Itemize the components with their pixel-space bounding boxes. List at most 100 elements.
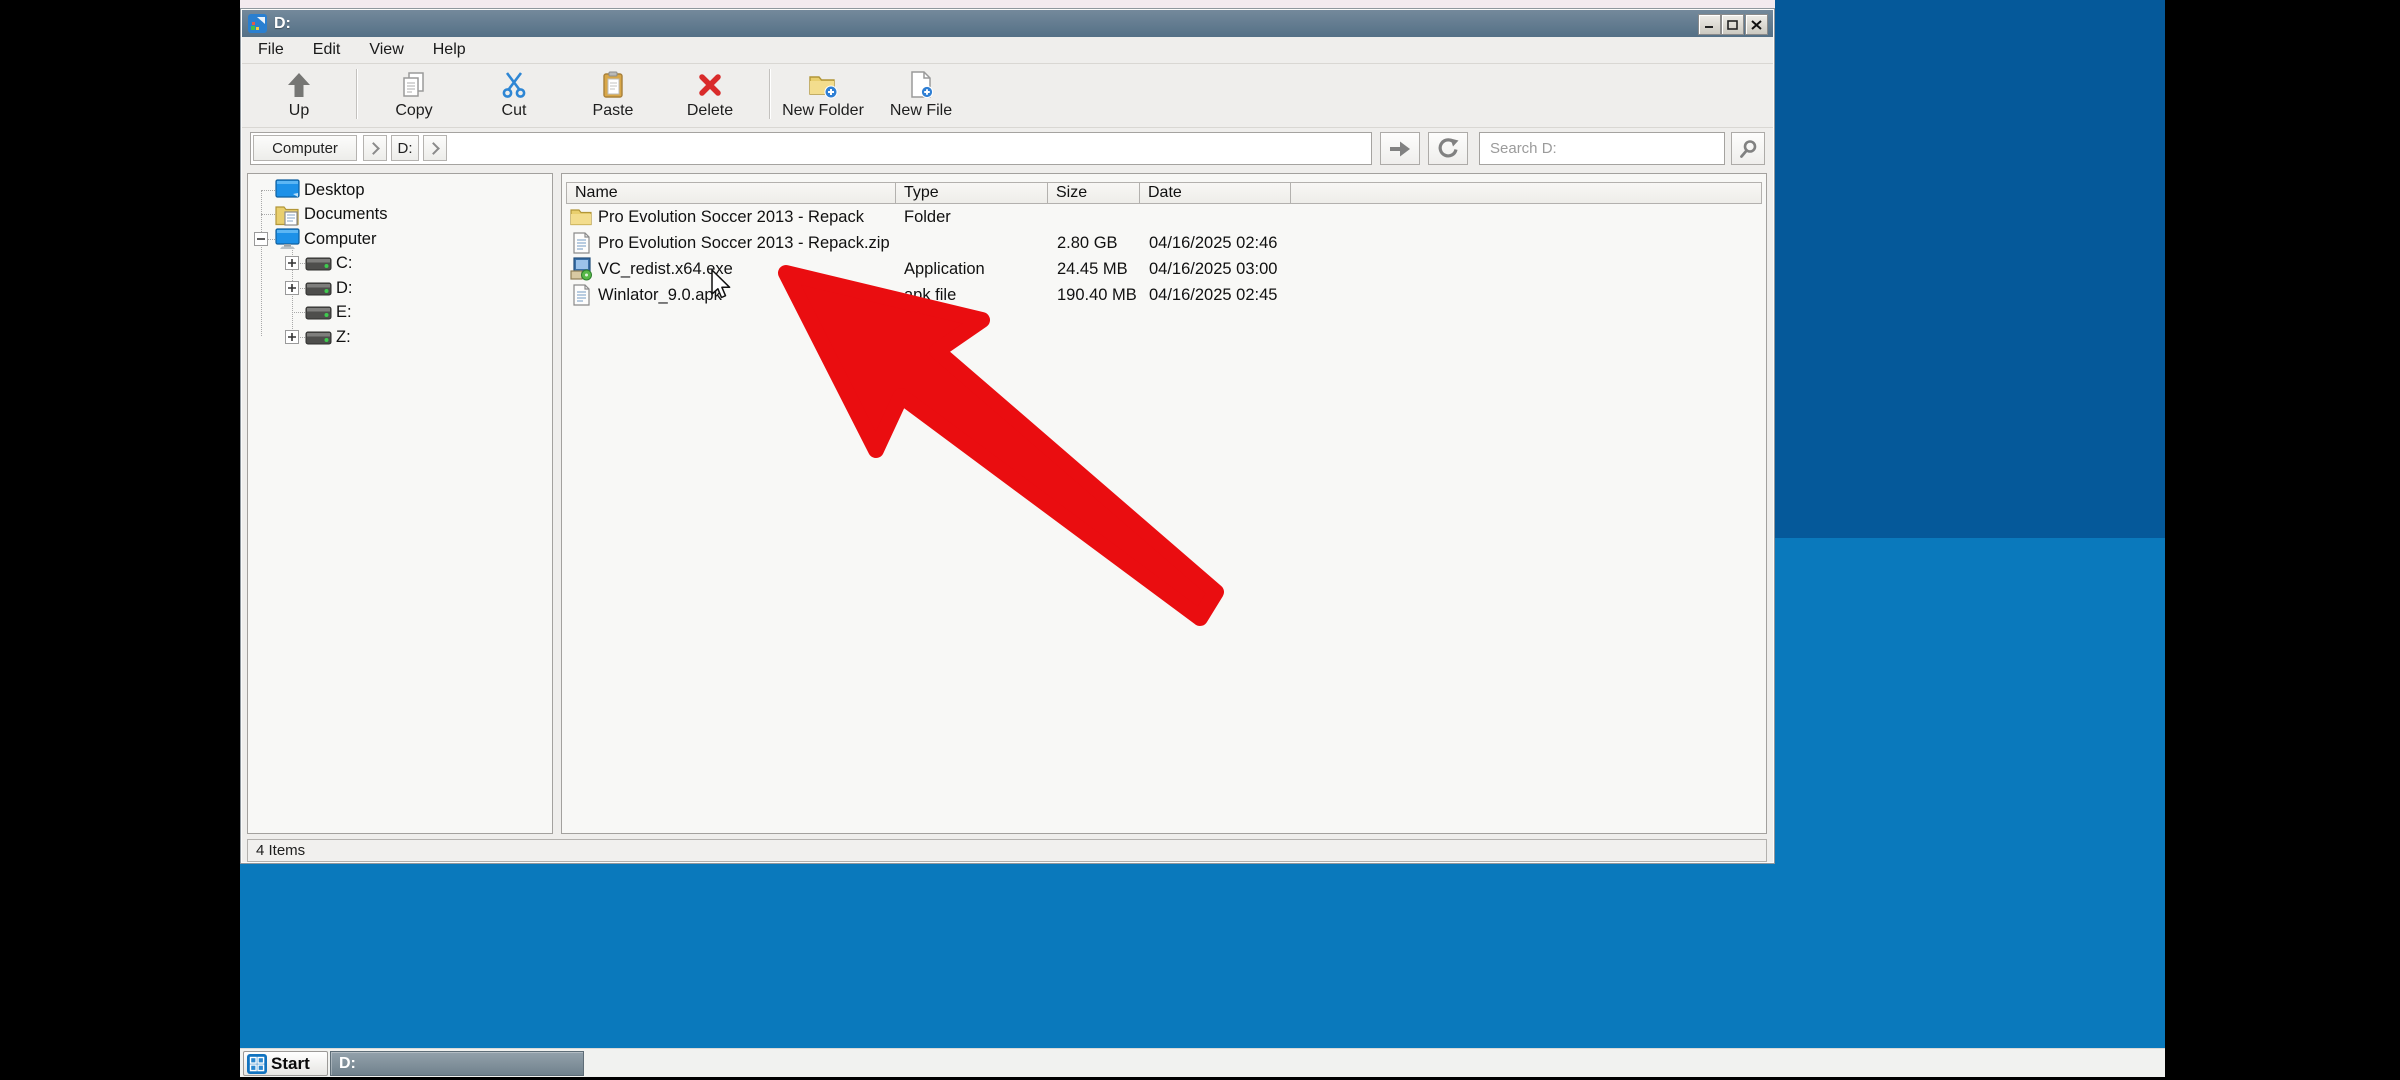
file-name: VC_redist.x64.exe — [598, 260, 733, 279]
close-button[interactable] — [1745, 14, 1768, 35]
address-row: Computer D: — [242, 128, 1773, 173]
delete-x-icon — [697, 69, 723, 101]
refresh-button[interactable] — [1428, 132, 1468, 165]
file-row[interactable]: Pro Evolution Soccer 2013 - Repack.zip 2… — [566, 230, 1762, 256]
menu-edit[interactable]: Edit — [303, 38, 351, 62]
search-button[interactable] — [1731, 132, 1765, 165]
expand-expander[interactable] — [285, 256, 299, 270]
tree-item-drive-d[interactable]: D: — [248, 276, 552, 300]
copy-icon — [401, 69, 427, 101]
expand-expander[interactable] — [285, 281, 299, 295]
file-name: Winlator_9.0.apk — [598, 286, 722, 305]
search-input[interactable] — [1479, 132, 1725, 165]
go-button[interactable] — [1380, 132, 1420, 165]
drive-icon — [305, 329, 332, 346]
file-row[interactable]: VC_redist.x64.exe Application 24.45 MB 0… — [566, 256, 1762, 282]
delete-button[interactable]: Delete — [670, 66, 750, 124]
new-folder-icon — [808, 69, 838, 101]
tree-item-drive-c[interactable]: C: — [248, 251, 552, 275]
menu-bar: File Edit View Help — [242, 37, 1773, 64]
computer-icon — [275, 228, 300, 251]
start-button[interactable]: Start — [243, 1051, 328, 1076]
column-header-name[interactable]: Name — [566, 182, 896, 204]
copy-button[interactable]: Copy — [374, 66, 454, 124]
tree-item-documents[interactable]: Documents — [248, 202, 552, 226]
documents-folder-icon — [275, 203, 300, 226]
document-icon — [570, 284, 592, 306]
app-icon — [248, 14, 268, 34]
cut-button[interactable]: Cut — [474, 66, 554, 124]
taskbar-window-label: D: — [339, 1055, 356, 1073]
chevron-right-icon — [367, 142, 380, 155]
file-date: 04/16/2025 02:46 — [1140, 234, 1340, 253]
window-body: D: File Edit View Help — [240, 8, 1775, 864]
breadcrumb: Computer D: — [250, 132, 1372, 165]
maximize-button[interactable] — [1721, 14, 1744, 35]
status-bar: 4 Items — [247, 839, 1767, 862]
taskbar-window-d[interactable]: D: — [330, 1051, 584, 1076]
tree-item-drive-e[interactable]: E: — [248, 300, 552, 324]
desktop-dark-region — [1775, 0, 2165, 538]
toolbar-separator — [356, 69, 357, 119]
column-header-date[interactable]: Date — [1140, 182, 1291, 204]
item-count: 4 Items — [256, 842, 305, 859]
drive-icon — [305, 280, 332, 297]
drive-icon — [305, 304, 332, 321]
up-arrow-icon — [286, 69, 312, 101]
file-size: 190.40 MB — [1048, 286, 1140, 305]
breadcrumb-drive-d[interactable]: D: — [391, 135, 419, 161]
breadcrumb-chevron[interactable] — [363, 135, 387, 161]
list-header: Name Type Size Date — [566, 182, 1762, 204]
menu-help[interactable]: Help — [423, 38, 476, 62]
file-name: Pro Evolution Soccer 2013 - Repack.zip — [598, 234, 890, 253]
screen-capture: D: File Edit View Help — [0, 0, 2400, 1080]
column-header-blank — [1291, 182, 1762, 204]
start-icon — [247, 1054, 267, 1074]
tree-item-desktop[interactable]: Desktop — [248, 178, 552, 202]
file-date: 04/16/2025 02:45 — [1140, 286, 1340, 305]
document-icon — [570, 232, 592, 254]
column-header-type[interactable]: Type — [896, 182, 1048, 204]
desktop-icon — [275, 179, 300, 201]
file-type: Application — [896, 260, 1048, 279]
file-date: 04/16/2025 03:00 — [1140, 260, 1340, 279]
file-type: apk file — [896, 286, 1048, 305]
collapse-expander[interactable] — [254, 232, 268, 246]
installer-icon — [570, 258, 592, 280]
file-type: Folder — [896, 208, 1048, 227]
window-title: D: — [274, 15, 291, 33]
paste-button[interactable]: Paste — [573, 66, 653, 124]
new-file-icon — [908, 69, 934, 101]
clipboard-icon — [600, 69, 626, 101]
up-button[interactable]: Up — [259, 66, 339, 124]
toolbar: Up Copy — [242, 64, 1773, 128]
window-top-edge — [240, 0, 1775, 8]
folder-tree: Desktop Documents — [247, 173, 553, 834]
taskbar: Start D: — [240, 1048, 2165, 1077]
file-size: 24.45 MB — [1048, 260, 1140, 279]
go-arrow-icon — [1388, 140, 1412, 158]
file-row[interactable]: Winlator_9.0.apk apk file 190.40 MB 04/1… — [566, 282, 1762, 308]
breadcrumb-computer[interactable]: Computer — [253, 135, 357, 161]
new-folder-button[interactable]: New Folder — [776, 66, 870, 124]
start-label: Start — [271, 1054, 310, 1074]
breadcrumb-chevron[interactable] — [423, 135, 447, 161]
tree-item-computer[interactable]: Computer — [248, 227, 552, 251]
column-header-size[interactable]: Size — [1048, 182, 1140, 204]
menu-file[interactable]: File — [248, 38, 294, 62]
file-row[interactable]: Pro Evolution Soccer 2013 - Repack Folde… — [566, 204, 1762, 230]
file-list: Name Type Size Date — [561, 173, 1767, 834]
title-bar[interactable]: D: — [242, 10, 1773, 37]
desktop: D: File Edit View Help — [240, 0, 2165, 1077]
drive-icon — [305, 255, 332, 272]
minimize-button[interactable] — [1698, 14, 1721, 35]
new-file-button[interactable]: New File — [878, 66, 964, 124]
refresh-icon — [1437, 138, 1459, 160]
menu-view[interactable]: View — [359, 38, 413, 62]
tree-item-drive-z[interactable]: Z: — [248, 325, 552, 349]
search-icon — [1738, 139, 1758, 159]
list-rows: Pro Evolution Soccer 2013 - Repack Folde… — [566, 204, 1762, 308]
expand-expander[interactable] — [285, 330, 299, 344]
file-manager-window: D: File Edit View Help — [240, 0, 1775, 864]
toolbar-separator — [769, 69, 770, 119]
